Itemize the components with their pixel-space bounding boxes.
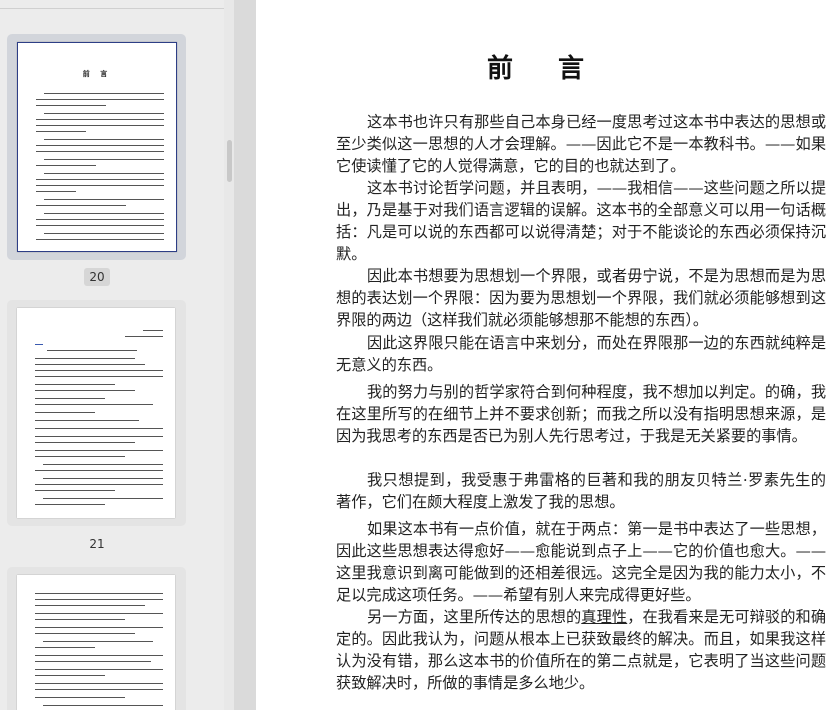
thumbnail-page-number: 21 — [89, 537, 105, 551]
paragraph: 我只想提到，我受惠于弗雷格的巨著和我的朋友贝特兰·罗素先生的著作，它们在颇大程度… — [336, 471, 826, 511]
thumbnail-page-20[interactable]: 前 言 — [7, 34, 186, 260]
paragraph-text: 另一方面，这里所传达的思想的 — [367, 608, 582, 626]
paragraph: 这本书讨论哲学问题，并且表明，——我相信——这些问题之所以提出，乃是基于对我们语… — [336, 179, 826, 263]
thumbnail-title: 前 言 — [82, 69, 112, 78]
thumbnail-page-number: 20 — [84, 268, 110, 286]
paragraph: 这本书也许只有那些自己本身已经一度思考过这本书中表达的思想或至少类似这一思想的人… — [336, 113, 826, 175]
thumbnail-page-preview — [17, 575, 175, 710]
paragraph: 因此本书想要为思想划一个界限，或者毋宁说，不是为思想而是为思想的表达划一个界限：… — [336, 267, 826, 329]
paragraph: 另一方面，这里所传达的思想的真理性，在我看来是无可辩驳的和确定的。因此我认为，问… — [336, 606, 826, 694]
document-page: 前 言 这本书也许只有那些自己本身已经一度思考过这本书中表达的思想或至少类似这一… — [256, 0, 833, 710]
sidebar-scrollbar-thumb[interactable] — [227, 140, 232, 182]
thumbnail-page-preview: 前 言 — [17, 42, 177, 252]
sidebar-scrollbar[interactable] — [224, 0, 234, 710]
thumbnail-page-22[interactable] — [7, 567, 186, 710]
page-title: 前 言 — [486, 54, 603, 84]
sidebar-divider — [0, 8, 224, 9]
paragraph: 我的努力与别的哲学家符合到何种程度，我不想加以判定。的确，我在这里所写的在细节上… — [336, 383, 826, 445]
document-gutter — [234, 0, 256, 710]
paragraph: 如果这本书有一点价值，就在于两点：第一是书中表达了一些思想，因此这些思想表达得愈… — [336, 520, 826, 604]
thumbnail-sidebar: 前 言 20 21 — [0, 0, 224, 710]
paragraph: 因此这界限只能在语言中来划分，而处在界限那一边的东西就纯粹是无意义的东西。 — [336, 334, 826, 374]
thumbnail-page-21[interactable] — [7, 300, 186, 526]
underlined-term: 真理性 — [581, 608, 628, 626]
thumbnail-page-preview — [17, 308, 175, 518]
